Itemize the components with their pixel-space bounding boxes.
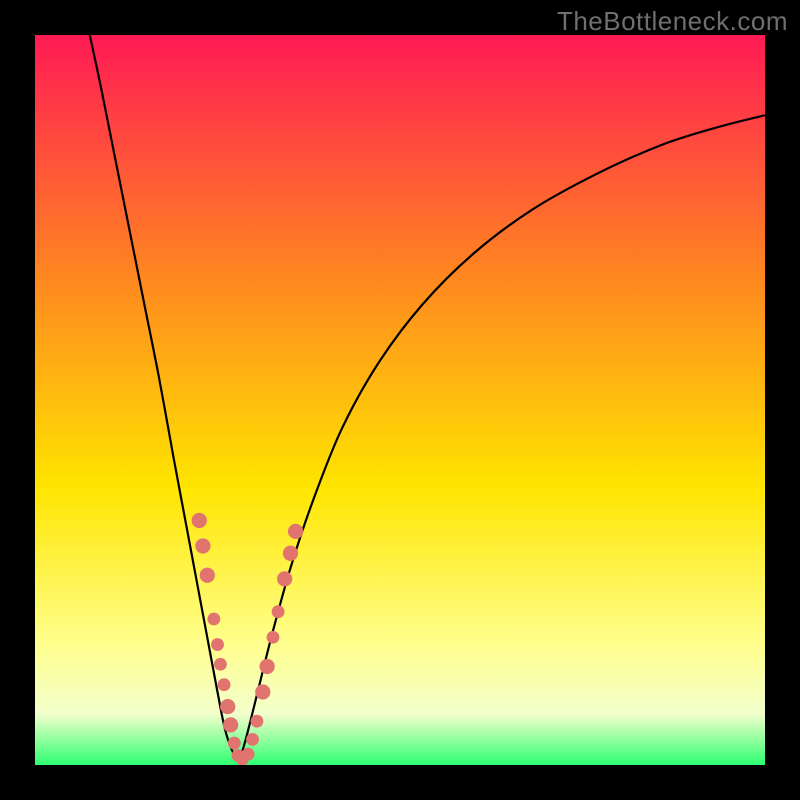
data-marker — [251, 715, 264, 728]
data-marker — [242, 748, 255, 761]
data-marker — [220, 699, 235, 714]
data-marker — [260, 659, 275, 674]
data-marker — [223, 717, 238, 732]
data-marker — [211, 638, 224, 651]
data-marker — [200, 568, 215, 583]
curve-left-branch — [90, 35, 240, 761]
plot-area — [35, 35, 765, 765]
data-marker — [192, 513, 207, 528]
data-marker — [218, 678, 231, 691]
data-marker — [267, 631, 280, 644]
curve-right-branch — [239, 115, 765, 761]
data-marker — [195, 538, 210, 553]
data-marker — [277, 571, 292, 586]
data-marker — [255, 684, 270, 699]
data-marker — [283, 546, 298, 561]
data-marker — [246, 733, 259, 746]
data-marker — [272, 605, 285, 618]
watermark-text: TheBottleneck.com — [557, 6, 788, 37]
data-marker — [207, 613, 220, 626]
outer-frame: TheBottleneck.com — [0, 0, 800, 800]
chart-svg — [35, 35, 765, 765]
data-marker — [214, 658, 227, 671]
data-marker — [288, 524, 303, 539]
data-marker — [228, 737, 241, 750]
